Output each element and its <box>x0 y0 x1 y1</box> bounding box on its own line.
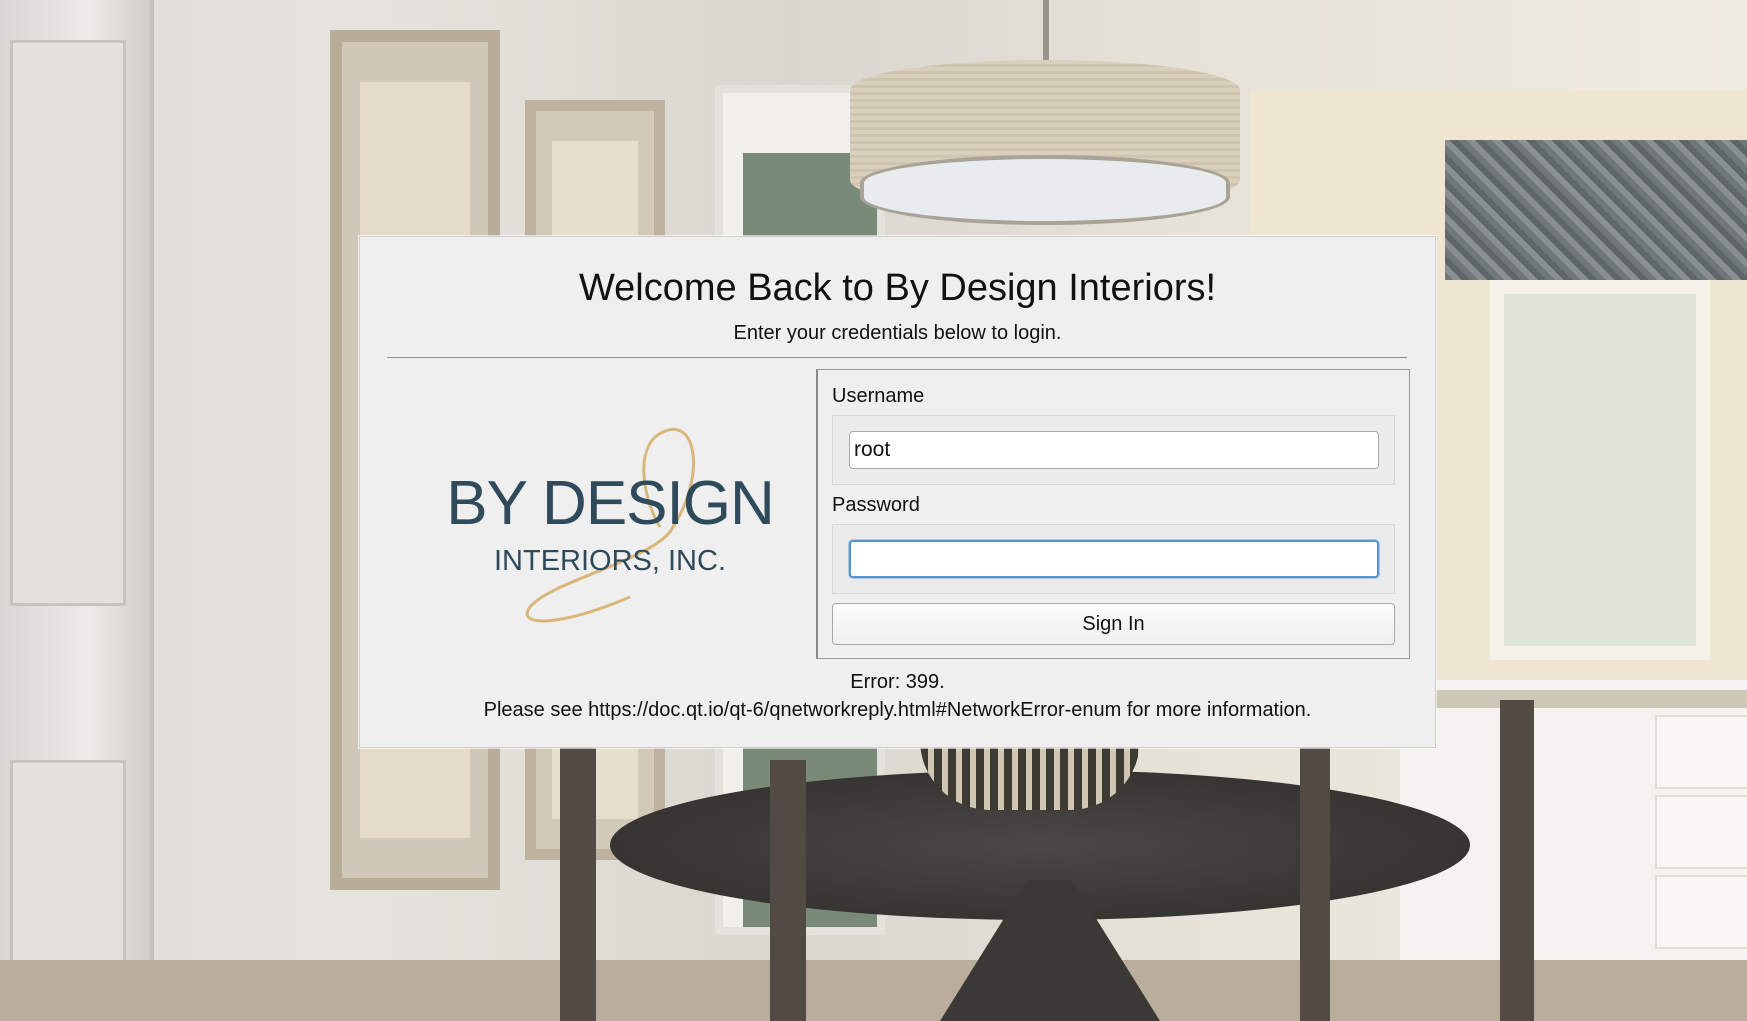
drawer <box>1655 795 1747 869</box>
background-door <box>0 0 154 1021</box>
username-label: Username <box>832 385 925 407</box>
username-group <box>832 415 1395 485</box>
drawer <box>1655 875 1747 949</box>
chair-post <box>1300 745 1330 1021</box>
login-dialog: Welcome Back to By Design Interiors! Ent… <box>359 236 1436 748</box>
username-input[interactable] <box>849 431 1379 469</box>
pendant-diffuser <box>860 155 1230 225</box>
login-form: Username Password Sign In <box>816 369 1410 659</box>
dialog-title: Welcome Back to By Design Interiors! <box>578 267 1217 309</box>
logo-graphic: BY DESIGN INTERIORS, INC. <box>446 428 775 623</box>
chair-post <box>1500 700 1534 1021</box>
background-window <box>1490 280 1710 660</box>
password-input[interactable] <box>849 540 1379 578</box>
sign-in-button[interactable]: Sign In <box>832 603 1395 645</box>
window-valance <box>1445 140 1747 280</box>
door-panel <box>10 40 126 606</box>
countertop <box>1420 690 1747 708</box>
chair-post <box>560 740 596 1021</box>
dialog-subtitle: Enter your credentials below to login. <box>733 322 1062 344</box>
logo-line-2: INTERIORS, INC. <box>494 545 726 577</box>
error-details: Please see https://doc.qt.io/qt-6/qnetwo… <box>483 699 1312 721</box>
password-label: Password <box>832 494 920 516</box>
chair-post <box>770 760 806 1021</box>
error-code: Error: 399. <box>850 671 945 693</box>
password-group <box>832 524 1395 594</box>
logo-line-1: BY DESIGN <box>446 469 774 538</box>
header-divider <box>387 357 1407 358</box>
company-logo: BY DESIGN INTERIORS, INC. <box>430 412 790 632</box>
drawer <box>1655 715 1747 789</box>
floor <box>0 960 1747 1021</box>
